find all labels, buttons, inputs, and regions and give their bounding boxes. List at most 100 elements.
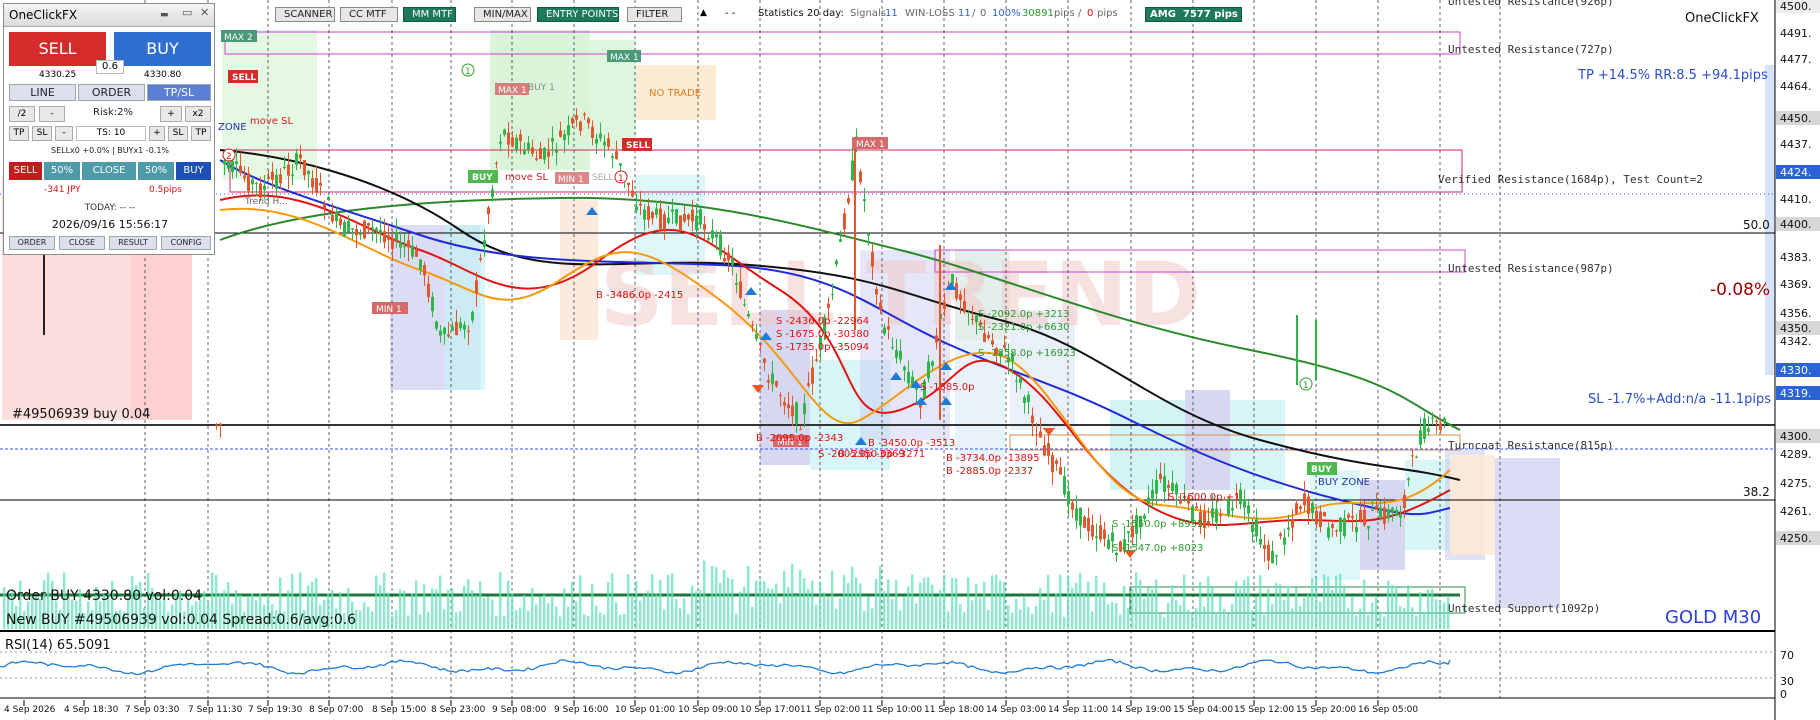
tag-max2: MAX 2 xyxy=(224,33,253,43)
trade-label: B -2950.0p -3271 xyxy=(838,449,925,460)
bottom-tab-close[interactable]: CLOSE xyxy=(59,236,105,250)
trade-label: S -1500.0p +1 xyxy=(1168,492,1240,503)
pips-label: pips xyxy=(1054,8,1075,19)
zone-label-untested-top: Untested Resistance(926p) xyxy=(1448,0,1614,8)
sl-info: SL -1.7%+Add:n/a -11.1pips xyxy=(1588,392,1771,407)
time-tick-label: 11 Sep 02:00 xyxy=(800,705,860,715)
winloss-sep: / xyxy=(972,8,976,19)
time-tick-label: 15 Sep 12:00 xyxy=(1234,705,1294,715)
panel-header[interactable]: OneClickFX ▬ ▭ ✕ xyxy=(4,4,214,27)
price-tick-label: 4369. xyxy=(1780,278,1812,291)
entry-points-button[interactable]: ENTRY POINTS xyxy=(537,7,619,22)
pips-win: 30891 xyxy=(1022,8,1054,19)
cc-mtf-button[interactable]: CC MTF xyxy=(340,7,398,22)
time-tick-label: 14 Sep 03:00 xyxy=(986,705,1046,715)
risk-plus-button[interactable]: + xyxy=(160,106,182,122)
rsi-level-0: 0 xyxy=(1780,688,1787,701)
amg-badge: AMG 7577 pips xyxy=(1145,7,1242,22)
filter-button[interactable]: FILTER xyxy=(627,7,682,22)
mm-mtf-button[interactable]: MM MTF xyxy=(403,7,456,22)
order-text: #49506939 buy 0.04 xyxy=(12,407,150,422)
time-tick-label: 8 Sep 15:00 xyxy=(372,705,427,715)
price-tick-label: 4491. xyxy=(1780,27,1812,40)
trade-label: S -2436.0p -22964 xyxy=(776,316,869,327)
bottom-tab-config[interactable]: CONFIG xyxy=(161,236,211,250)
tag-min1b: MIN 1 xyxy=(376,305,402,315)
tag-buy-zone: BUY ZONE xyxy=(1318,477,1370,488)
brand-label: OneClickFX xyxy=(1685,11,1759,26)
risk-minus-button[interactable]: - xyxy=(39,106,65,122)
price-tick-label: 4261. xyxy=(1780,505,1812,518)
price-tick-label: 4342. xyxy=(1780,335,1812,348)
tab-order[interactable]: ORDER xyxy=(78,84,145,101)
bottom-tab-order[interactable]: ORDER xyxy=(9,236,55,250)
close-buy-button[interactable]: BUY xyxy=(176,162,211,180)
signals-label: Signals xyxy=(850,8,886,19)
dash-button[interactable]: - - xyxy=(725,8,735,19)
trade-label: S -1550.0p +8935 xyxy=(1112,519,1203,530)
scanner-button[interactable]: SCANNER xyxy=(275,7,335,22)
tag-move-sl: move SL xyxy=(250,116,293,127)
tp-right-button[interactable]: TP xyxy=(191,126,211,141)
close-all-button[interactable]: CLOSE xyxy=(82,162,136,180)
win-value: 11 xyxy=(958,8,971,19)
panel-title: OneClickFX xyxy=(9,8,78,22)
price-tick-label: 4275. xyxy=(1780,477,1812,490)
ts-plus-button[interactable]: + xyxy=(149,126,165,141)
today-label: TODAY: -- -- xyxy=(84,203,136,213)
sl-right-button[interactable]: SL xyxy=(168,126,188,141)
price-tick-label: 4450. xyxy=(1780,112,1812,125)
time-tick-label: 8 Sep 23:00 xyxy=(431,705,486,715)
price-tick-label: 4289. xyxy=(1780,448,1812,461)
sell-button[interactable]: SELL xyxy=(9,32,106,66)
tag-buy-faded: BUY 1 xyxy=(528,83,555,93)
tab-tpsl[interactable]: TP/SL xyxy=(147,84,211,101)
time-tick-label: 15 Sep 20:00 xyxy=(1296,705,1356,715)
oneclick-panel: OneClickFX ▬ ▭ ✕ SELL BUY 0.6 4330.25 43… xyxy=(3,3,215,255)
time-tick-label: 7 Sep 19:30 xyxy=(248,705,303,715)
ts-minus-button[interactable]: - xyxy=(55,126,73,141)
loss-value: 0 xyxy=(980,8,987,19)
restore-icon[interactable]: ▭ xyxy=(182,6,192,19)
bottom-tab-result[interactable]: RESULT xyxy=(109,236,157,250)
tag-zone: ZONE xyxy=(218,122,247,133)
time-tick-label: 14 Sep 11:00 xyxy=(1048,705,1108,715)
buy-button[interactable]: BUY xyxy=(114,32,211,66)
half-button[interactable]: /2 xyxy=(9,106,35,122)
amg-label: AMG xyxy=(1150,9,1176,20)
chart-canvas[interactable]: SELL TREND MAX 2 SELL ZONE move SL Trend… xyxy=(0,0,1820,720)
sl-left-button[interactable]: SL xyxy=(32,126,52,141)
close-sell-half-button[interactable]: 50% xyxy=(44,162,80,180)
time-tick-label: 15 Sep 04:00 xyxy=(1173,705,1233,715)
close-buy-half-button[interactable]: 50% xyxy=(138,162,174,180)
minimize-icon[interactable]: ▬ xyxy=(160,10,169,20)
minmax-button[interactable]: MIN/MAX xyxy=(474,7,531,22)
winloss-label: WIN-LOSS xyxy=(905,8,955,19)
trade-label: S -1675.0p -30380 xyxy=(776,329,869,340)
tag-sell2: SELL xyxy=(626,141,650,151)
time-tick-label: 7 Sep 03:30 xyxy=(125,705,180,715)
zone-label-untested-727: Untested Resistance(727p) xyxy=(1448,43,1614,56)
close-icon[interactable]: ✕ xyxy=(200,6,209,19)
triangle-up-icon[interactable]: ▲ xyxy=(700,8,707,18)
price-tick-label: 4424. xyxy=(1780,166,1812,179)
tab-line[interactable]: LINE xyxy=(9,84,76,101)
zone-label-turncoat: Turncoat Resistance(815p) xyxy=(1448,439,1614,452)
bottom-order2: New BUY #49506939 vol:0.04 Spread:0.6/av… xyxy=(6,612,356,628)
spread-display: 0.6 xyxy=(96,60,124,74)
price-tick-label: 4437. xyxy=(1780,138,1812,151)
price-tick-label: 4356. xyxy=(1780,307,1812,320)
rsi-level-30: 30 xyxy=(1780,675,1794,688)
time-tick-label: 10 Sep 17:00 xyxy=(740,705,800,715)
price-tick-label: 4250. xyxy=(1780,532,1812,545)
price-tick-label: 4350. xyxy=(1780,322,1812,335)
close-sell-button[interactable]: SELL xyxy=(9,162,42,180)
tp-left-button[interactable]: TP xyxy=(9,126,29,141)
double-button[interactable]: x2 xyxy=(185,106,211,122)
amg-value: 7577 pips xyxy=(1182,9,1238,20)
price-tick-label: 4300. xyxy=(1780,430,1812,443)
ts-input[interactable]: TS: 10 xyxy=(76,126,146,141)
time-tick-label: 11 Sep 10:00 xyxy=(862,705,922,715)
tp-info: TP +14.5% RR:8.5 +94.1pips xyxy=(1577,68,1768,83)
zone-label-untested-987: Untested Resistance(987p) xyxy=(1448,262,1614,275)
